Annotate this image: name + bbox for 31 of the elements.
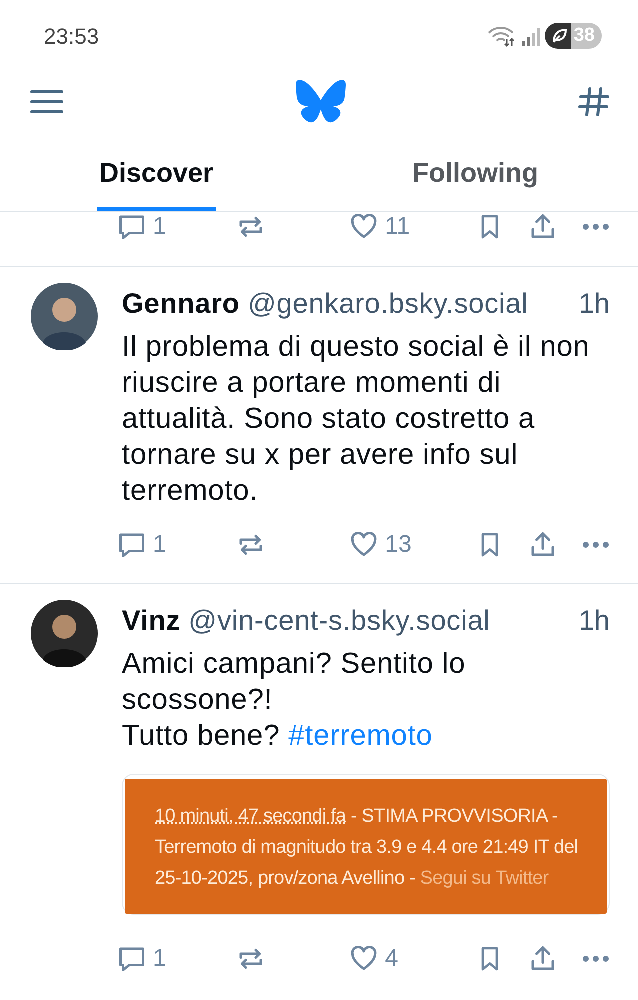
more-icon[interactable] [582, 223, 610, 231]
menu-icon[interactable] [30, 89, 64, 115]
author-handle[interactable]: @genkaro.bsky.social [248, 283, 528, 325]
more-icon[interactable] [582, 541, 610, 549]
author-handle[interactable]: @vin-cent-s.bsky.social [188, 600, 490, 642]
author-name[interactable]: Vinz [122, 600, 181, 642]
feed-tab[interactable]: Following [410, 140, 541, 211]
reply-count: 1 [153, 530, 166, 560]
more-icon[interactable] [582, 955, 610, 963]
like-count: 4 [385, 944, 399, 974]
like-count: 13 [385, 530, 412, 560]
signal-icon [520, 25, 541, 47]
avatar[interactable] [31, 283, 98, 350]
hashtag-link[interactable]: #terremoto [288, 720, 433, 752]
post-text: Amici campani? Sentito lo scossone?! Tutto bene? #terremoto [122, 647, 467, 754]
butterfly-logo [296, 80, 346, 124]
reply-count: 1 [153, 212, 166, 242]
avatar[interactable] [31, 600, 98, 667]
clock-time: 23:53 [44, 22, 100, 50]
battery-indicator: 38 [544, 23, 602, 49]
embed-text: 10 minuti, 47 secondi fa - STIMA PROVVISORIA - Terremoto di magnitudo tra 3.9 e 4.4 ore 21:49 IT del 25-10-2025, prov/zona Avellino - Segui su Twitter [155, 805, 580, 891]
post-time: 1h [578, 604, 610, 638]
wifi-icon [486, 25, 517, 47]
feed-tab[interactable]: Discover [97, 140, 216, 211]
leaf-icon [552, 28, 568, 44]
author-name[interactable]: Gennaro [122, 283, 240, 325]
hashtag-icon[interactable] [578, 86, 610, 118]
like-count: 11 [385, 212, 410, 242]
reply-count: 1 [153, 944, 166, 974]
post-time: 1h [578, 287, 610, 321]
post-text: Il problema di questo social è il non riuscire a portare momenti di attualità. Sono stato costretto a tornare su x per avere info sul terremoto. [122, 330, 591, 509]
